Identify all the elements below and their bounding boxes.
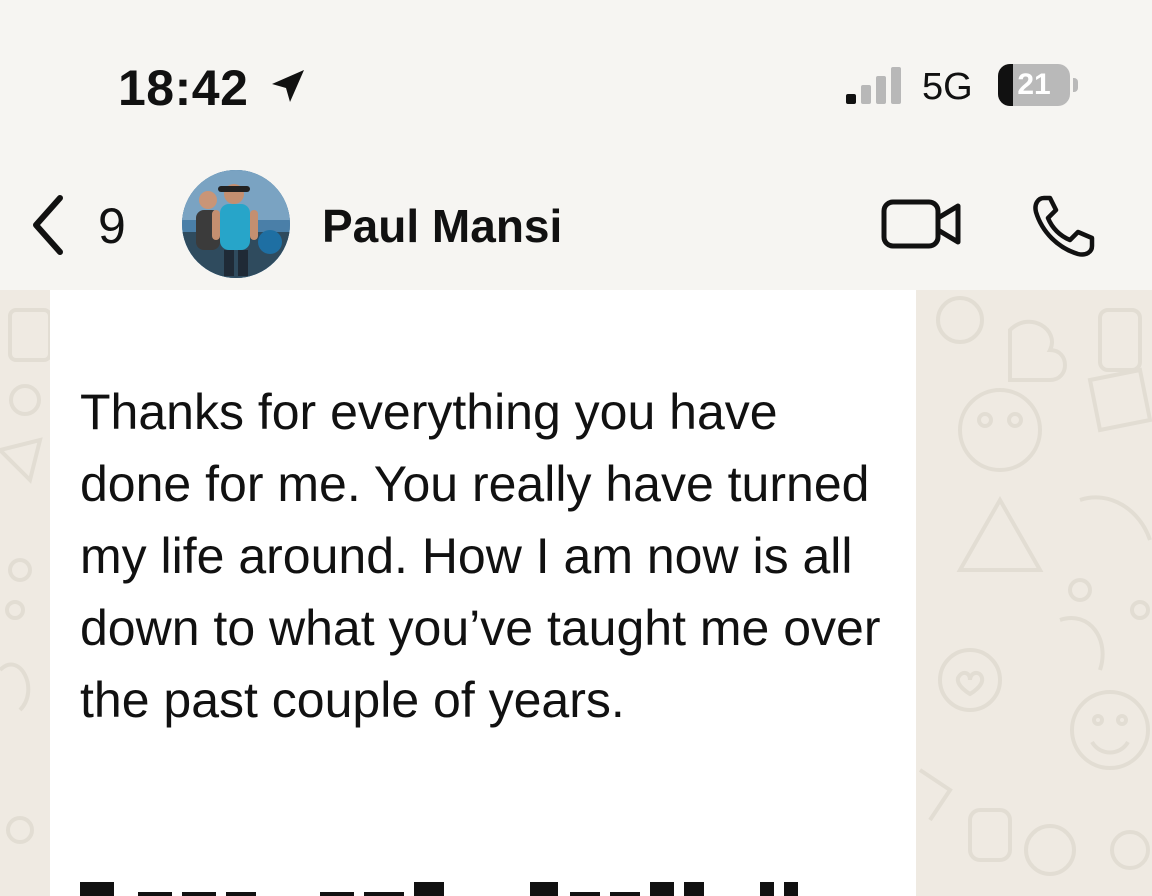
network-type: 5G [922, 66, 973, 108]
voice-call-button[interactable] [1030, 192, 1100, 258]
signal-bar [891, 67, 901, 104]
signal-bar [846, 94, 856, 104]
message-text: Thanks for everything you have done for … [80, 384, 895, 728]
chat-header: 9 Paul Mansi [0, 150, 1152, 290]
phone-icon [1033, 195, 1095, 257]
cellular-signal-icon [846, 67, 901, 104]
unread-count: 9 [98, 198, 126, 254]
battery-body: 21 [998, 64, 1070, 106]
video-camera-icon [881, 199, 961, 249]
battery-nub [1073, 78, 1078, 92]
avatar-photo [182, 170, 290, 278]
status-time: 18:42 [118, 60, 249, 116]
chevron-left-icon [33, 195, 63, 255]
chat-area[interactable]: Thanks for everything you have done for … [0, 290, 1152, 896]
status-bar: 18:42 5G 21 [0, 0, 1152, 150]
battery-indicator: 21 [998, 64, 1078, 106]
avatar[interactable] [182, 170, 290, 278]
next-line-clipped [80, 882, 798, 896]
contact-name[interactable]: Paul Mansi [322, 198, 562, 254]
signal-bar [861, 85, 871, 104]
video-call-button[interactable] [880, 194, 964, 254]
location-arrow-icon [272, 70, 304, 102]
chat-screen: 18:42 5G 21 9 Paul Mansi Thanks for ever… [0, 0, 1152, 896]
battery-percent: 21 [1017, 68, 1051, 101]
back-button[interactable]: 9 [20, 190, 140, 260]
message-bubble[interactable]: Thanks for everything you have done for … [50, 290, 916, 896]
signal-bar [876, 76, 886, 104]
